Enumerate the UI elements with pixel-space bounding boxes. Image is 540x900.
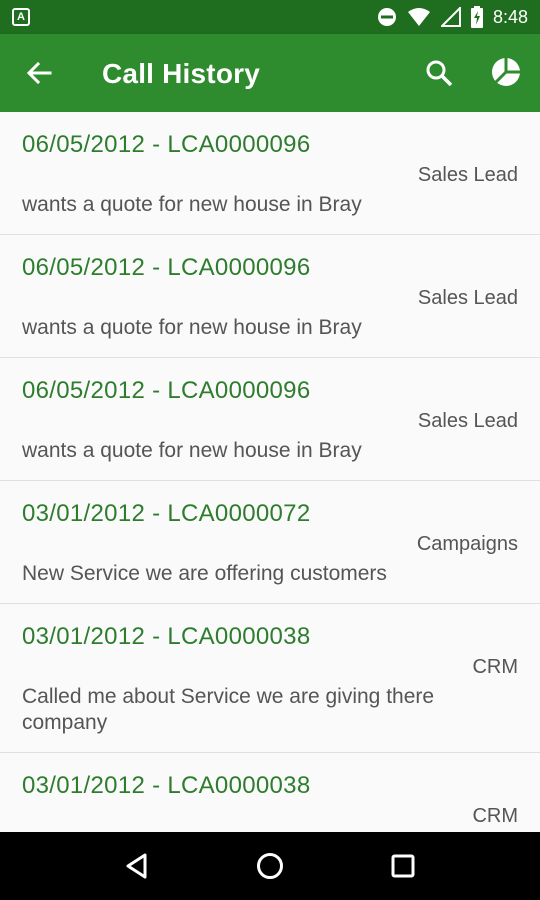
call-header: 03/01/2012 - LCA0000038 [22,772,311,799]
call-category: Sales Lead [417,164,518,186]
do-not-disturb-icon [377,8,396,26]
status-time: 8:48 [492,6,528,27]
call-description: wants a quote for new house in Bray [22,316,362,339]
triangle-back-icon [126,853,147,879]
call-item[interactable]: 06/05/2012 - LCA0000096 Sales Lead wants… [0,358,540,481]
call-item[interactable]: 03/01/2012 - LCA0000038 CRM [0,753,540,832]
call-item[interactable]: 03/01/2012 - LCA0000038 CRM Called me ab… [0,604,540,753]
cell-signal-icon [440,7,461,27]
call-header: 06/05/2012 - LCA0000096 [22,131,311,158]
call-header: 03/01/2012 - LCA0000072 [22,500,311,527]
wifi-icon [407,8,430,26]
call-header: 06/05/2012 - LCA0000096 [22,254,311,281]
call-item[interactable]: 06/05/2012 - LCA0000096 Sales Lead wants… [0,112,540,235]
call-category: Campaigns [416,533,518,555]
call-item[interactable]: 03/01/2012 - LCA0000072 Campaigns New Se… [0,481,540,604]
call-description: New Service we are offering customers [22,562,387,585]
call-category: Sales Lead [417,287,518,309]
arrow-left-icon[interactable] [24,58,54,88]
call-header: 06/05/2012 - LCA0000096 [22,377,311,404]
square-recents-icon [391,854,415,878]
battery-charging-icon [470,6,483,28]
circle-home-icon [256,853,283,879]
status-icons: 8:48 [377,6,528,28]
search-icon[interactable] [424,58,454,88]
nav-recents-button[interactable] [385,848,421,884]
call-history-list: 06/05/2012 - LCA0000096 Sales Lead wants… [0,112,540,832]
call-description: wants a quote for new house in Bray [22,439,362,462]
call-description: Called me about Service we are giving th… [22,685,435,734]
call-header: 03/01/2012 - LCA0000038 [22,623,311,650]
page-title: Call History [102,58,260,89]
call-category: CRM [472,656,518,678]
system-nav-bar [0,832,540,900]
notification-letter: A [17,11,25,23]
app-bar: Call History [0,34,540,112]
status-bar: A 8:48 [0,0,540,34]
notification-a-icon: A [12,8,30,26]
call-description: wants a quote for new house in Bray [22,193,362,216]
call-category: CRM [472,805,518,827]
call-category: Sales Lead [417,410,518,432]
pie-chart-icon[interactable] [490,56,522,88]
nav-home-button[interactable] [252,848,288,884]
call-item[interactable]: 06/05/2012 - LCA0000096 Sales Lead wants… [0,235,540,358]
nav-back-button[interactable] [119,848,155,884]
